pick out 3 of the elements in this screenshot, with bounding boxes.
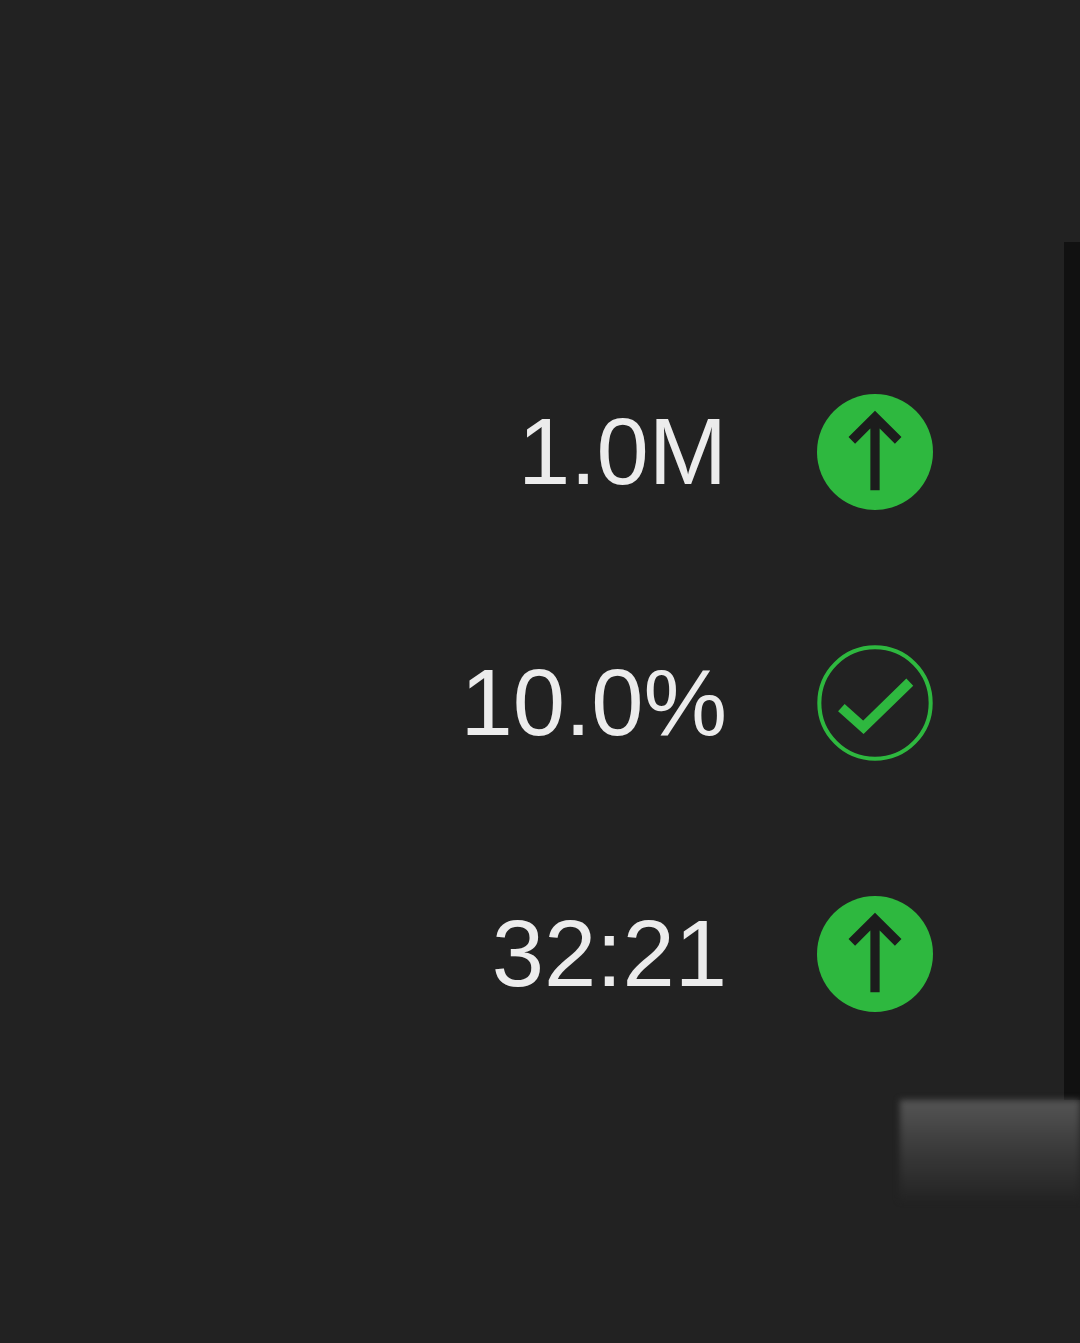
value-text: 10.0% — [460, 656, 727, 750]
value-text: 1.0M — [518, 405, 727, 499]
value-text: 32:21 — [491, 907, 727, 1001]
